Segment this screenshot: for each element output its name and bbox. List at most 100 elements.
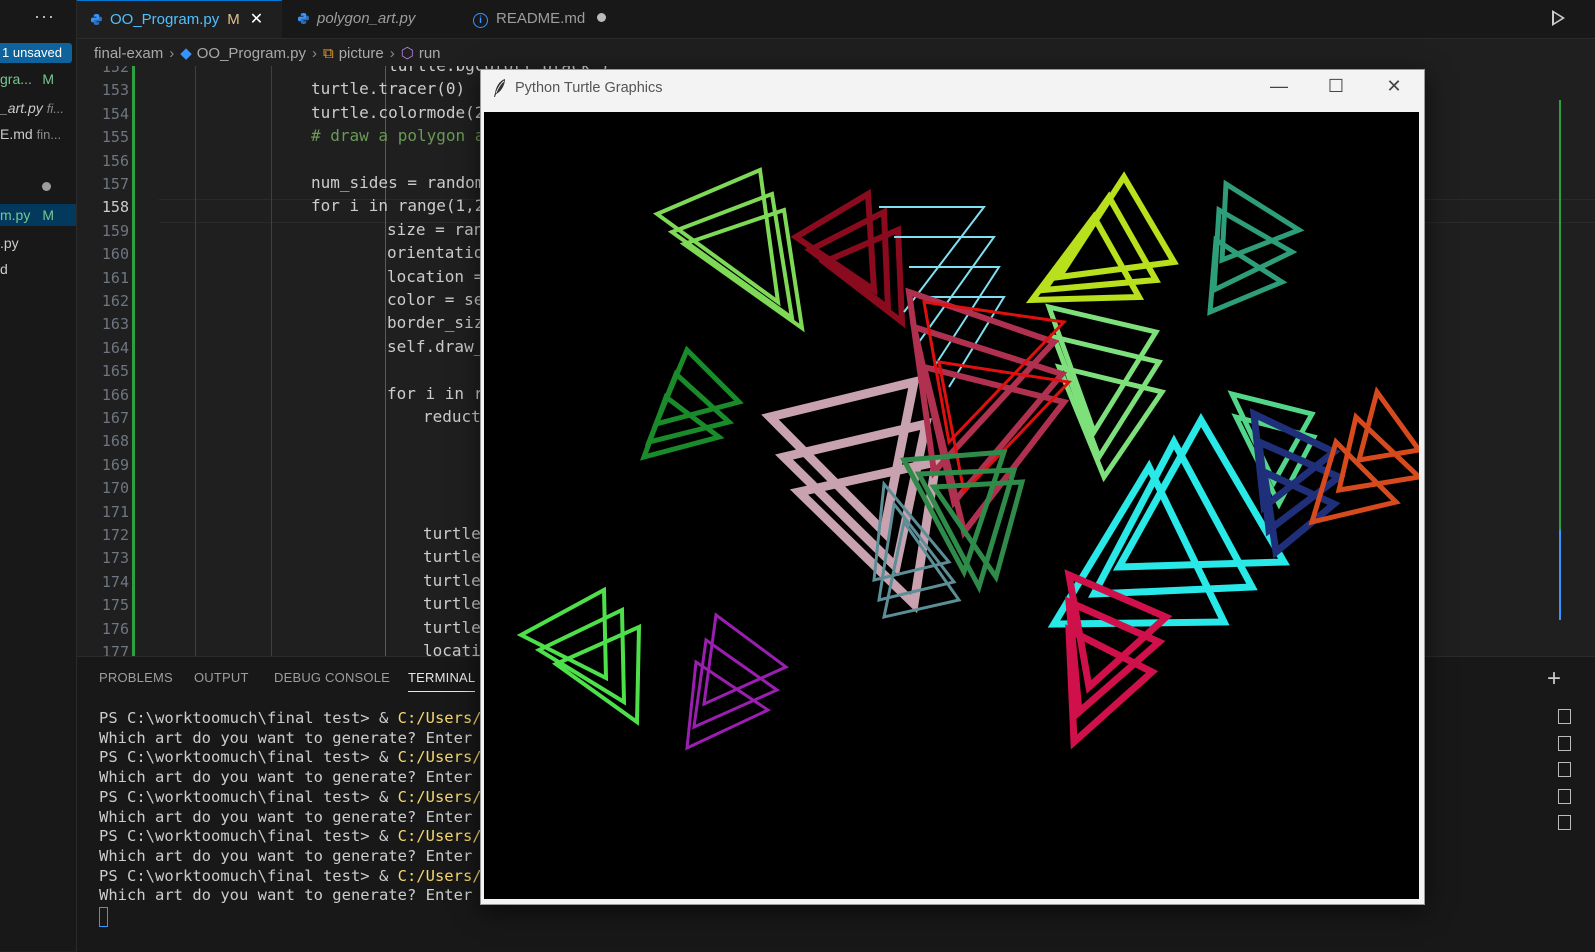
line-number: 161	[101, 268, 129, 287]
class-icon: ⧉	[322, 45, 334, 62]
unsaved-dot-icon	[597, 13, 607, 22]
modified-badge: M	[42, 71, 54, 87]
line-number: 157	[101, 175, 129, 193]
terminal-prompt: PS C:\worktoomuch\final test> &	[99, 709, 398, 727]
editor-scrollbar[interactable]	[1557, 100, 1562, 620]
tab-label: OO_Program.py	[110, 11, 220, 28]
code-line: turtle	[423, 524, 481, 543]
line-number: 168	[101, 432, 129, 451]
editor-tab-bar: OO_Program.py M ✕ polygon_art.py i README.m…	[77, 0, 1595, 39]
terminal-cursor	[99, 907, 108, 927]
code-line: self.draw_	[387, 336, 484, 356]
terminal-instance-icon[interactable]	[1558, 709, 1571, 724]
code-line: turtle	[423, 594, 481, 614]
code-line: locati	[423, 641, 481, 656]
method-icon: ⬡	[400, 45, 414, 62]
line-number: 152	[101, 66, 129, 76]
python-file-icon	[298, 13, 309, 24]
code-line: for i in r	[387, 383, 484, 403]
line-number: 154	[101, 104, 129, 123]
line-number: 164	[101, 338, 129, 357]
terminal-line: PS C:\worktoomuch\final test> & C:/Users…	[99, 827, 500, 845]
terminal-prompt: PS C:\worktoomuch\final test> &	[99, 827, 398, 846]
tab-terminal[interactable]: TERMINAL	[408, 670, 476, 692]
file-label: .py	[0, 235, 19, 251]
terminal-instance-icon[interactable]	[1558, 789, 1571, 804]
terminal-line: PS C:\worktoomuch\final test> & C:/Users…	[99, 867, 500, 885]
close-icon[interactable]: ✕	[250, 11, 263, 28]
line-number: 175	[101, 596, 129, 615]
file-detail: fi...	[46, 101, 65, 116]
file-label: gra...	[0, 71, 32, 87]
file-tree-item[interactable]: .py	[0, 232, 76, 254]
breadcrumb-method[interactable]: run	[419, 45, 441, 62]
code-line: size = ran	[387, 219, 484, 239]
tab-problems[interactable]: PROBLEMS	[99, 670, 173, 685]
minimize-icon[interactable]: —	[1264, 76, 1294, 97]
open-editor-item[interactable]: gra... M	[0, 68, 76, 90]
modified-badge: M	[42, 207, 54, 223]
indent-guide	[195, 66, 196, 656]
feather-icon	[494, 79, 505, 97]
terminal-instance-icon[interactable]	[1558, 762, 1571, 777]
code-line: turtle.tracer(0)	[311, 79, 466, 99]
file-label: E.md	[0, 126, 33, 142]
chevron-right-icon: ›	[169, 45, 175, 62]
line-number: 160	[101, 245, 129, 264]
breadcrumb-folder[interactable]: final-exam	[94, 45, 163, 62]
line-number: 165	[101, 362, 129, 381]
code-line: turtle	[423, 617, 481, 637]
new-terminal-icon[interactable]: +	[1547, 665, 1561, 693]
code-line: orientatio	[387, 243, 484, 263]
window-titlebar[interactable]: Python Turtle Graphics — ☐ ✕	[481, 70, 1424, 108]
turtle-canvas	[484, 112, 1419, 899]
line-number: 169	[101, 455, 129, 474]
maximize-icon[interactable]: ☐	[1321, 76, 1351, 97]
file-label: d	[0, 261, 8, 277]
turtle-graphics-window: Python Turtle Graphics — ☐ ✕	[480, 69, 1425, 905]
unsaved-badge: 1 unsaved	[0, 43, 72, 63]
open-editor-item[interactable]: E.md fin...	[0, 123, 76, 145]
tab-output[interactable]: OUTPUT	[194, 670, 249, 685]
code-line: color = se	[387, 290, 484, 309]
terminal-prompt: PS C:\worktoomuch\final test> &	[99, 748, 398, 767]
tab-readme[interactable]: i README.md	[459, 0, 619, 38]
breadcrumb-file[interactable]: OO_Program.py	[197, 45, 306, 62]
file-tree-item[interactable]: m.py M	[0, 204, 76, 226]
terminal-instance-icon[interactable]	[1558, 736, 1571, 751]
tab-oo-program[interactable]: OO_Program.py M ✕	[77, 0, 282, 38]
code-line: # draw a polygon a	[311, 126, 485, 146]
modified-badge: M	[227, 11, 240, 28]
indent-guide	[271, 66, 272, 656]
terminal-line: PS C:\worktoomuch\final test> & C:/Users…	[99, 709, 500, 727]
file-label: m.py	[0, 207, 31, 223]
chevron-right-icon: ›	[311, 45, 317, 62]
terminal-line: Which art do you want to generate? Enter…	[99, 807, 491, 826]
line-number: 156	[101, 151, 129, 170]
code-line: reduct	[423, 407, 481, 426]
more-actions-icon[interactable]: ···	[34, 6, 55, 27]
line-number: 167	[101, 409, 129, 427]
window-title: Python Turtle Graphics	[515, 80, 663, 96]
terminal-line: PS C:\worktoomuch\final test> & C:/Users…	[99, 748, 500, 766]
terminal-instance-icon[interactable]	[1558, 815, 1571, 830]
line-number: 170	[101, 479, 129, 498]
terminal-line: Which art do you want to generate? Enter…	[99, 846, 491, 865]
file-tree-item[interactable]: d	[0, 258, 76, 280]
open-editor-item[interactable]: _art.py fi...	[0, 97, 76, 119]
breadcrumb-class[interactable]: picture	[339, 45, 384, 62]
python-file-icon: ◆	[180, 45, 192, 62]
close-icon[interactable]: ✕	[1379, 76, 1409, 97]
tab-debug-console[interactable]: DEBUG CONSOLE	[274, 670, 390, 685]
code-line: for i in range(1,2	[311, 196, 485, 216]
terminal-line: Which art do you want to generate? Enter…	[99, 768, 491, 787]
indent-guide	[385, 66, 386, 656]
python-file-icon	[91, 14, 102, 25]
run-icon[interactable]	[1552, 10, 1565, 26]
tab-polygon-art[interactable]: polygon_art.py	[284, 0, 459, 38]
line-number: 163	[101, 315, 129, 334]
code-line: turtle	[423, 570, 481, 590]
file-detail: fin...	[36, 127, 62, 142]
line-number: 158	[101, 198, 129, 217]
explorer-sidebar: ··· 1 unsaved gra... M _art.py fi... E.m…	[0, 0, 77, 951]
